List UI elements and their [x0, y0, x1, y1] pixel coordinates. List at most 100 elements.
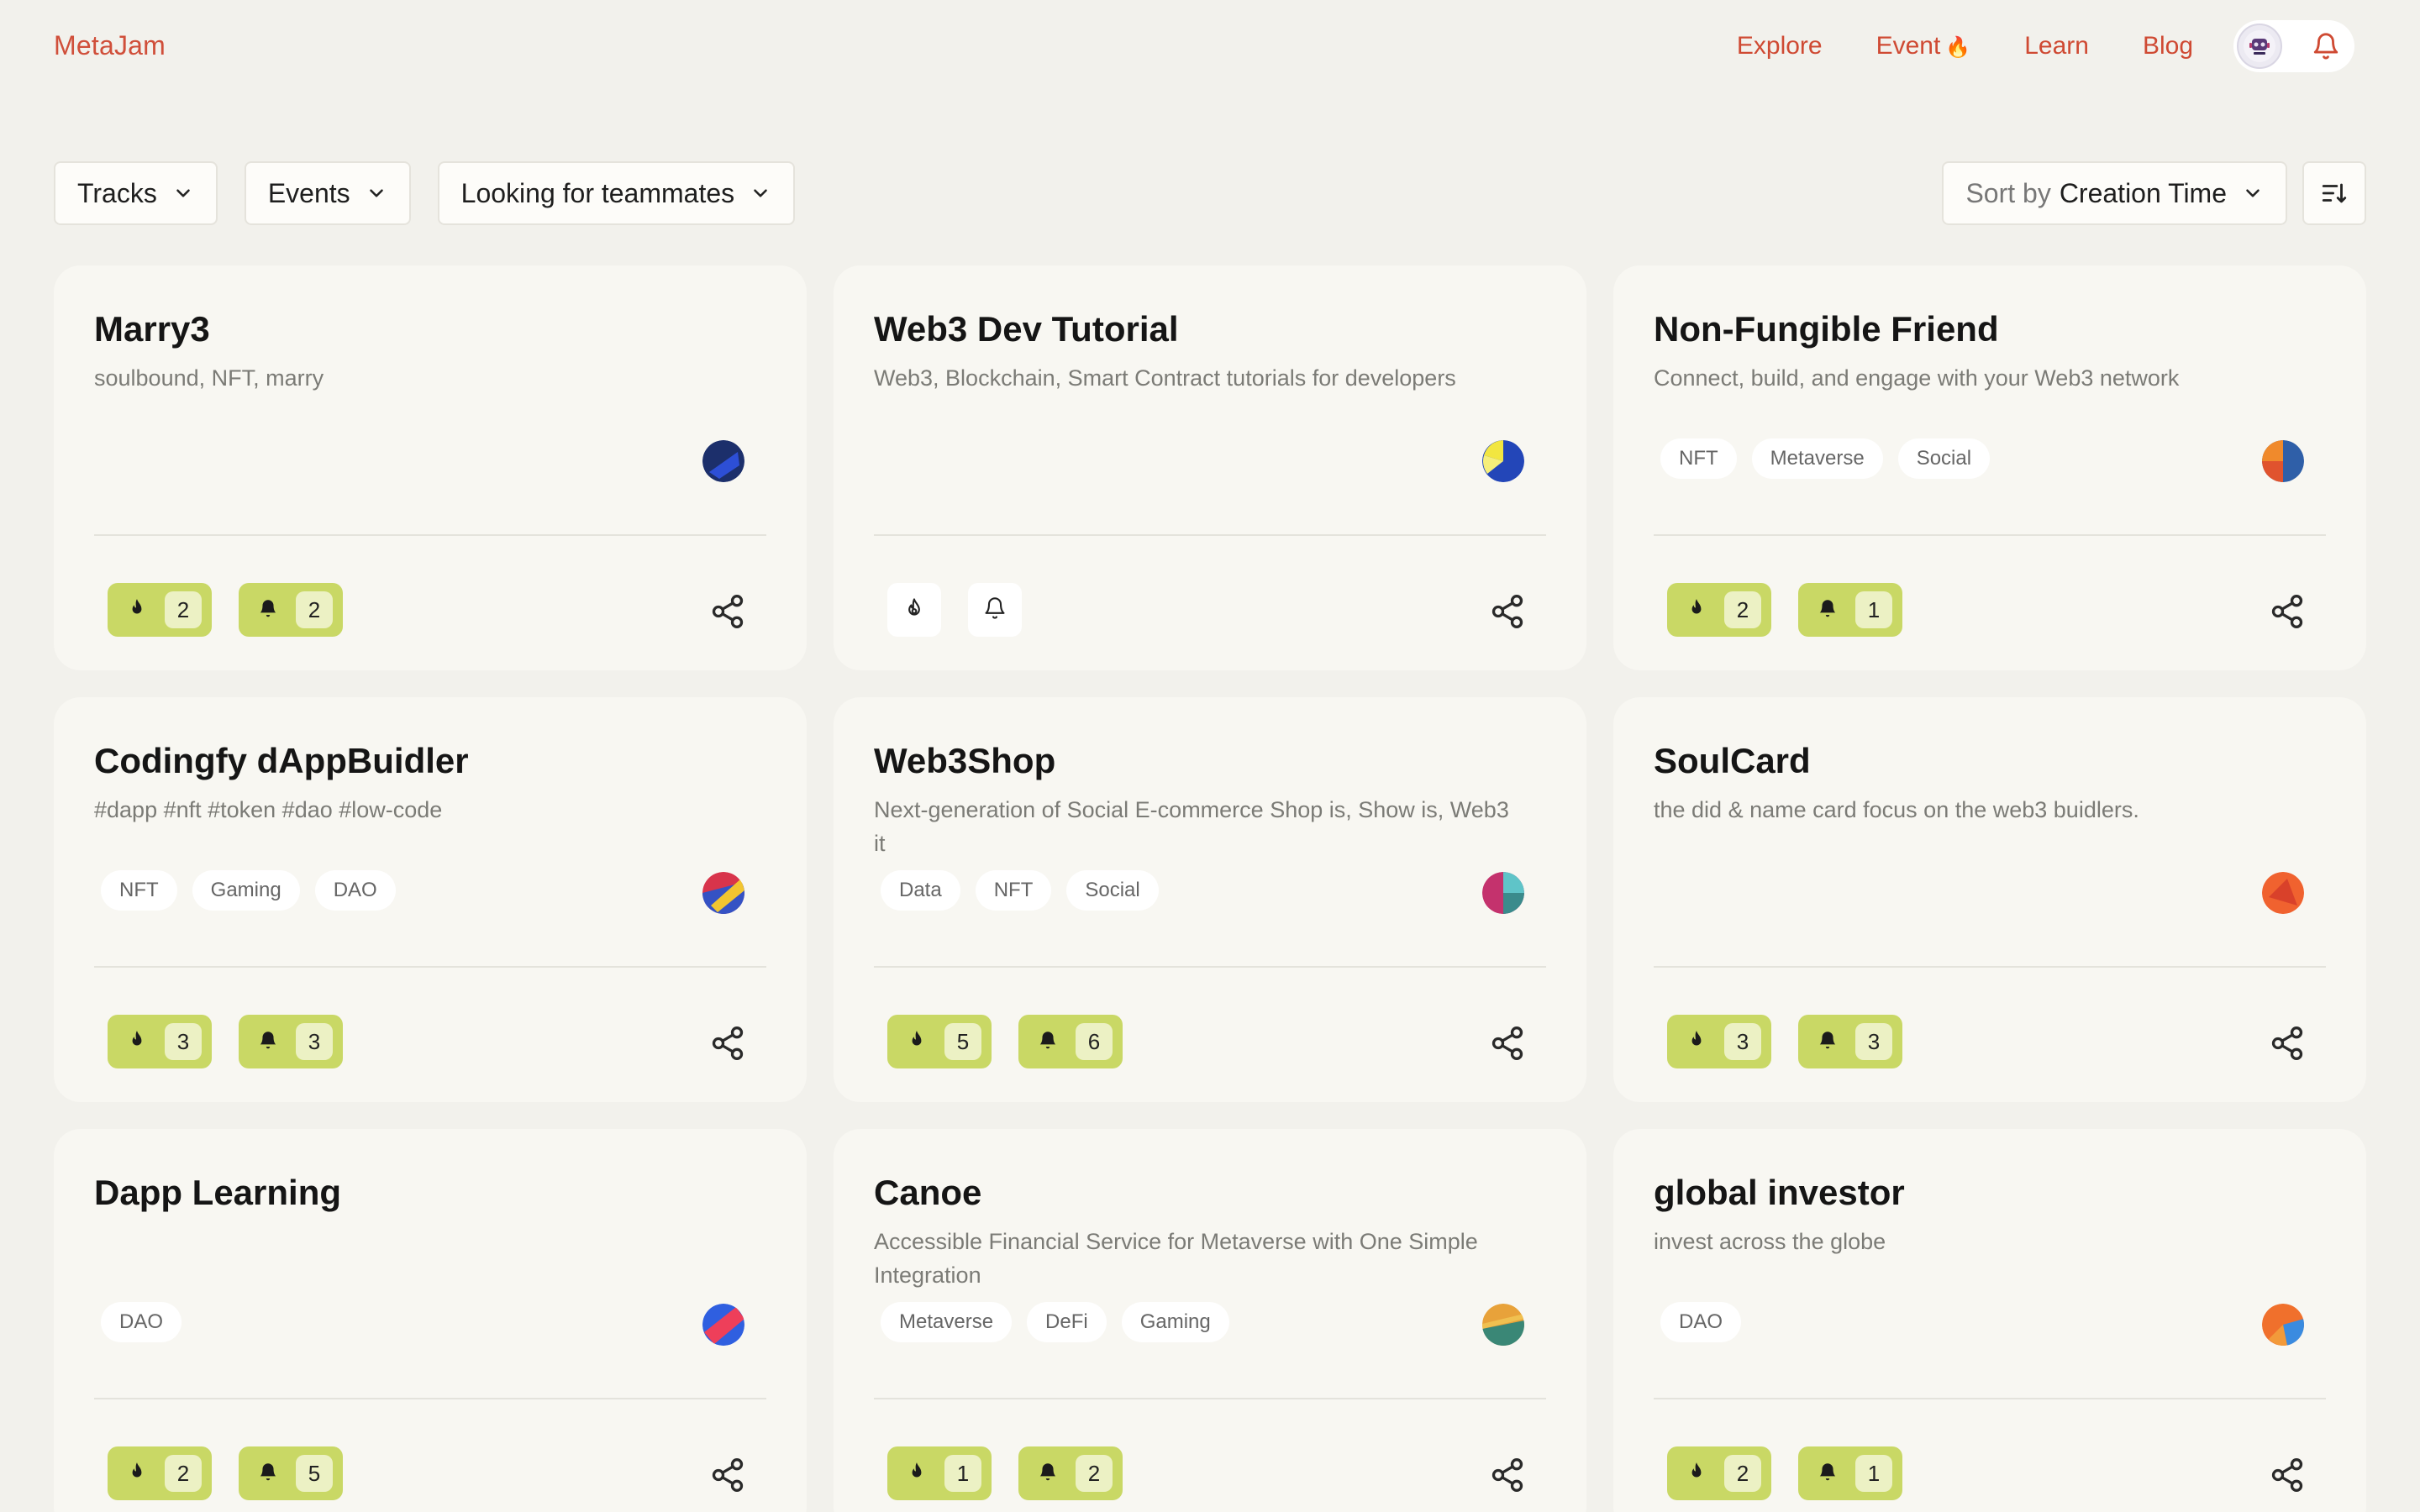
- card-stats: 56: [887, 1015, 1123, 1068]
- project-title: Non-Fungible Friend: [1654, 309, 1999, 349]
- tag-list: Data NFT Social: [881, 870, 1159, 911]
- hot-button[interactable]: 5: [887, 1015, 992, 1068]
- card-stats: 21: [1667, 1446, 1902, 1500]
- metajam-logo[interactable]: MetaJam: [54, 30, 166, 61]
- subscribe-button[interactable]: 3: [1798, 1015, 1902, 1068]
- subscribe-button[interactable]: 3: [239, 1015, 343, 1068]
- subscribe-button[interactable]: 6: [1018, 1015, 1123, 1068]
- project-title: SoulCard: [1654, 741, 1811, 780]
- project-card[interactable]: SoulCard the did & name card focus on th…: [1613, 697, 2366, 1102]
- sort-dropdown[interactable]: Sort by Creation Time: [1942, 161, 2287, 225]
- card-divider: [1654, 966, 2326, 968]
- project-card[interactable]: Marry3 soulbound, NFT, marry 22: [54, 265, 807, 670]
- share-button[interactable]: [1489, 593, 1526, 630]
- project-logo-icon: [702, 1304, 744, 1346]
- avatar[interactable]: [2237, 24, 2282, 69]
- tracks-dropdown[interactable]: Tracks: [54, 161, 218, 225]
- project-card[interactable]: Canoe Accessible Financial Service for M…: [834, 1129, 1586, 1512]
- sort-value: Creation Time: [2059, 177, 2227, 208]
- events-dropdown[interactable]: Events: [244, 161, 411, 225]
- looking-for-teammates-dropdown[interactable]: Looking for teammates: [437, 161, 796, 225]
- share-icon: [1491, 595, 1523, 628]
- nav-explore-label: Explore: [1736, 32, 1823, 60]
- nav-event[interactable]: Event 🔥: [1876, 32, 1971, 60]
- fire-icon: [902, 596, 926, 624]
- sort-order-button[interactable]: [2302, 161, 2366, 225]
- bell-icon: [257, 1461, 279, 1487]
- hot-button[interactable]: 3: [108, 1015, 212, 1068]
- sort-controls: Sort by Creation Time: [1942, 161, 2366, 225]
- tracks-label: Tracks: [77, 177, 157, 208]
- subscribe-count: 1: [1855, 1455, 1892, 1492]
- hot-button[interactable]: 3: [1667, 1015, 1771, 1068]
- project-logo-icon: [702, 440, 744, 482]
- subscribe-button[interactable]: 1: [1798, 583, 1902, 637]
- card-divider: [874, 966, 1546, 968]
- main-nav: Explore Event 🔥 Learn Blog: [1737, 32, 2193, 60]
- share-button[interactable]: [2269, 1025, 2306, 1062]
- card-stats: [887, 583, 1022, 637]
- project-logo-icon: [702, 872, 744, 914]
- fire-icon: [1686, 597, 1707, 623]
- tag: NFT: [1660, 438, 1737, 479]
- card-stats: 33: [1667, 1015, 1902, 1068]
- tag: Gaming: [192, 870, 300, 911]
- nav-blog[interactable]: Blog: [2143, 32, 2193, 60]
- nav-learn[interactable]: Learn: [2024, 32, 2089, 60]
- project-description: Web3, Blockchain, Smart Contract tutoria…: [874, 365, 1456, 391]
- tag-list: DAO: [1660, 1302, 1742, 1342]
- project-title: Codingfy dAppBuidler: [94, 741, 469, 780]
- events-label: Events: [267, 177, 350, 208]
- hot-count: 3: [1724, 1023, 1761, 1060]
- subscribe-button[interactable]: 5: [239, 1446, 343, 1500]
- project-logo-icon: [1482, 872, 1524, 914]
- share-button[interactable]: [709, 593, 746, 630]
- project-description: Connect, build, and engage with your Web…: [1654, 365, 2180, 391]
- notification-button[interactable]: [2311, 31, 2341, 61]
- card-stats: 25: [108, 1446, 343, 1500]
- hot-button[interactable]: 1: [887, 1446, 992, 1500]
- card-divider: [94, 966, 766, 968]
- fire-emoji-icon: 🔥: [1945, 36, 1971, 59]
- hot-button[interactable]: 2: [1667, 1446, 1771, 1500]
- tag-list: NFT Metaverse Social: [1660, 438, 1991, 479]
- share-button[interactable]: [1489, 1457, 1526, 1494]
- share-button[interactable]: [1489, 1025, 1526, 1062]
- project-card[interactable]: Web3 Dev Tutorial Web3, Blockchain, Smar…: [834, 265, 1586, 670]
- project-title: global investor: [1654, 1173, 1905, 1212]
- tag-list: DAO: [101, 1302, 182, 1342]
- hot-button[interactable]: 2: [108, 1446, 212, 1500]
- subscribe-button[interactable]: [968, 583, 1022, 637]
- subscribe-button[interactable]: 2: [239, 583, 343, 637]
- share-button[interactable]: [709, 1457, 746, 1494]
- subscribe-button[interactable]: 1: [1798, 1446, 1902, 1500]
- subscribe-count: 3: [296, 1023, 333, 1060]
- card-stats: 22: [108, 583, 343, 637]
- project-card[interactable]: Non-Fungible Friend Connect, build, and …: [1613, 265, 2366, 670]
- project-description: Accessible Financial Service for Metaver…: [874, 1229, 1478, 1288]
- project-card[interactable]: Dapp Learning DAO 25: [54, 1129, 807, 1512]
- fire-icon: [1686, 1029, 1707, 1055]
- project-logo-icon: [2262, 1304, 2304, 1346]
- hot-button[interactable]: 2: [1667, 583, 1771, 637]
- share-button[interactable]: [2269, 593, 2306, 630]
- sort-icon: [2322, 183, 2347, 203]
- project-card[interactable]: Web3Shop Next-generation of Social E-com…: [834, 697, 1586, 1102]
- bell-icon: [257, 597, 279, 623]
- project-card[interactable]: Codingfy dAppBuidler #dapp #nft #token #…: [54, 697, 807, 1102]
- share-button[interactable]: [709, 1025, 746, 1062]
- hot-count: 2: [1724, 1455, 1761, 1492]
- project-logo-icon: [2262, 440, 2304, 482]
- project-card[interactable]: global investor invest across the globe …: [1613, 1129, 2366, 1512]
- hot-count: 3: [165, 1023, 202, 1060]
- nav-explore[interactable]: Explore: [1737, 32, 1823, 60]
- bell-icon: [257, 1029, 279, 1055]
- avatar-robot-icon: [2244, 30, 2275, 62]
- hot-button[interactable]: [887, 583, 941, 637]
- hot-button[interactable]: 2: [108, 583, 212, 637]
- top-header: MetaJam Explore Event 🔥 Learn Blog: [0, 0, 2420, 94]
- subscribe-button[interactable]: 2: [1018, 1446, 1123, 1500]
- share-button[interactable]: [2269, 1457, 2306, 1494]
- project-title: Web3 Dev Tutorial: [874, 309, 1179, 349]
- card-divider: [1654, 1398, 2326, 1399]
